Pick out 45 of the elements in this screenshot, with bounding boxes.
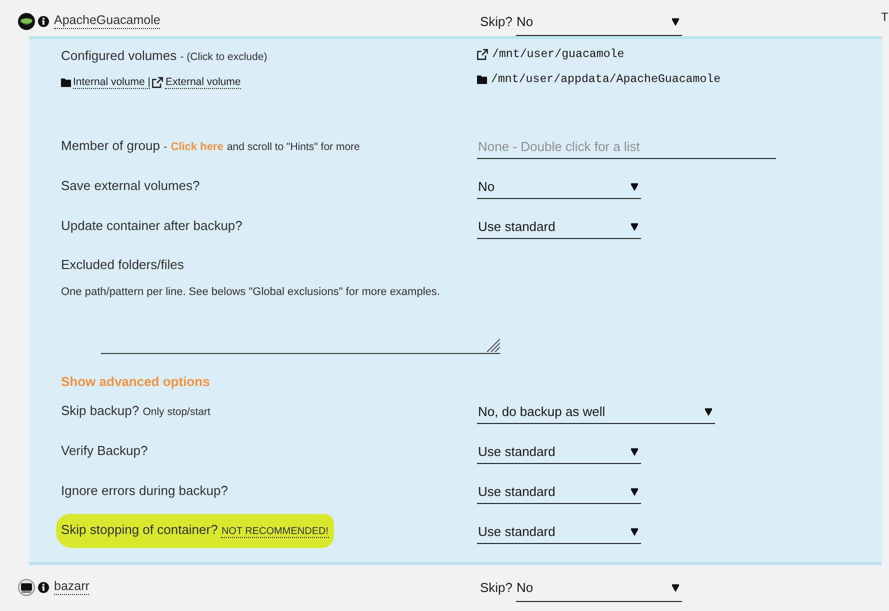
volumes-label: Configured volumes - (Click to exclude) — [61, 48, 268, 63]
caret-icon — [631, 488, 638, 496]
skip-label: Skip? — [480, 580, 513, 594]
folder-icon — [61, 78, 71, 87]
monitor-icon — [18, 578, 35, 596]
external-link-icon — [152, 77, 164, 88]
caret-icon — [631, 528, 638, 536]
option-select[interactable]: No, do backup as well — [477, 398, 715, 424]
setting-label: Update container after backup? — [61, 218, 242, 234]
caret-icon — [672, 18, 679, 26]
caret-icon — [631, 182, 638, 190]
legend-link[interactable]: Internal volume | — [73, 76, 150, 89]
caret-icon — [672, 584, 679, 592]
setting-label: Skip backup? Only stop/start — [61, 402, 210, 420]
volume-path[interactable]: /mnt/user/guacamole — [492, 48, 624, 61]
folder-icon — [477, 75, 487, 84]
container-name-link[interactable]: bazarr — [54, 579, 90, 595]
caret-icon — [631, 222, 638, 230]
skip-label: Skip? — [480, 14, 513, 28]
skip-select[interactable]: No — [516, 572, 682, 602]
option-select[interactable]: Use standard — [477, 478, 641, 504]
legend-link[interactable]: External volume — [165, 76, 241, 89]
setting-label: Ignore errors during backup? — [61, 483, 228, 499]
setting-label: Verify Backup? — [61, 443, 148, 459]
container-name-link[interactable]: ApacheGuacamole — [54, 13, 160, 29]
help-text: One path/pattern per line. See belows "Global exclusions" for more examples. — [61, 285, 441, 300]
setting-label: Save external volumes? — [61, 178, 200, 194]
caret-icon — [631, 448, 638, 456]
option-select[interactable]: No — [477, 173, 641, 199]
resize-grip-icon[interactable] — [485, 337, 500, 352]
volume-path[interactable]: /mnt/user/appdata/ApacheGuacamole — [491, 73, 721, 86]
option-select[interactable]: Use standard — [477, 438, 641, 464]
warning-hint-link[interactable]: NOT RECOMMENDED! — [221, 526, 328, 538]
external-link-icon — [477, 49, 488, 60]
setting-label: Skip stopping of container? NOT RECOMMENDED! — [56, 514, 334, 548]
bowl-icon — [18, 12, 35, 30]
cut-off-text: T — [881, 10, 889, 24]
info-icon[interactable] — [38, 16, 49, 26]
option-select[interactable]: Use standard — [477, 518, 641, 544]
setting-label: Member of group - Click here and scroll to "Hints" for more — [61, 138, 360, 154]
option-select[interactable]: Use standard — [477, 213, 641, 239]
caret-icon — [705, 408, 712, 416]
info-icon[interactable] — [38, 582, 49, 592]
group-input[interactable]: None - Double click for a list — [477, 133, 776, 159]
setting-label: Excluded folders/files — [61, 256, 184, 274]
